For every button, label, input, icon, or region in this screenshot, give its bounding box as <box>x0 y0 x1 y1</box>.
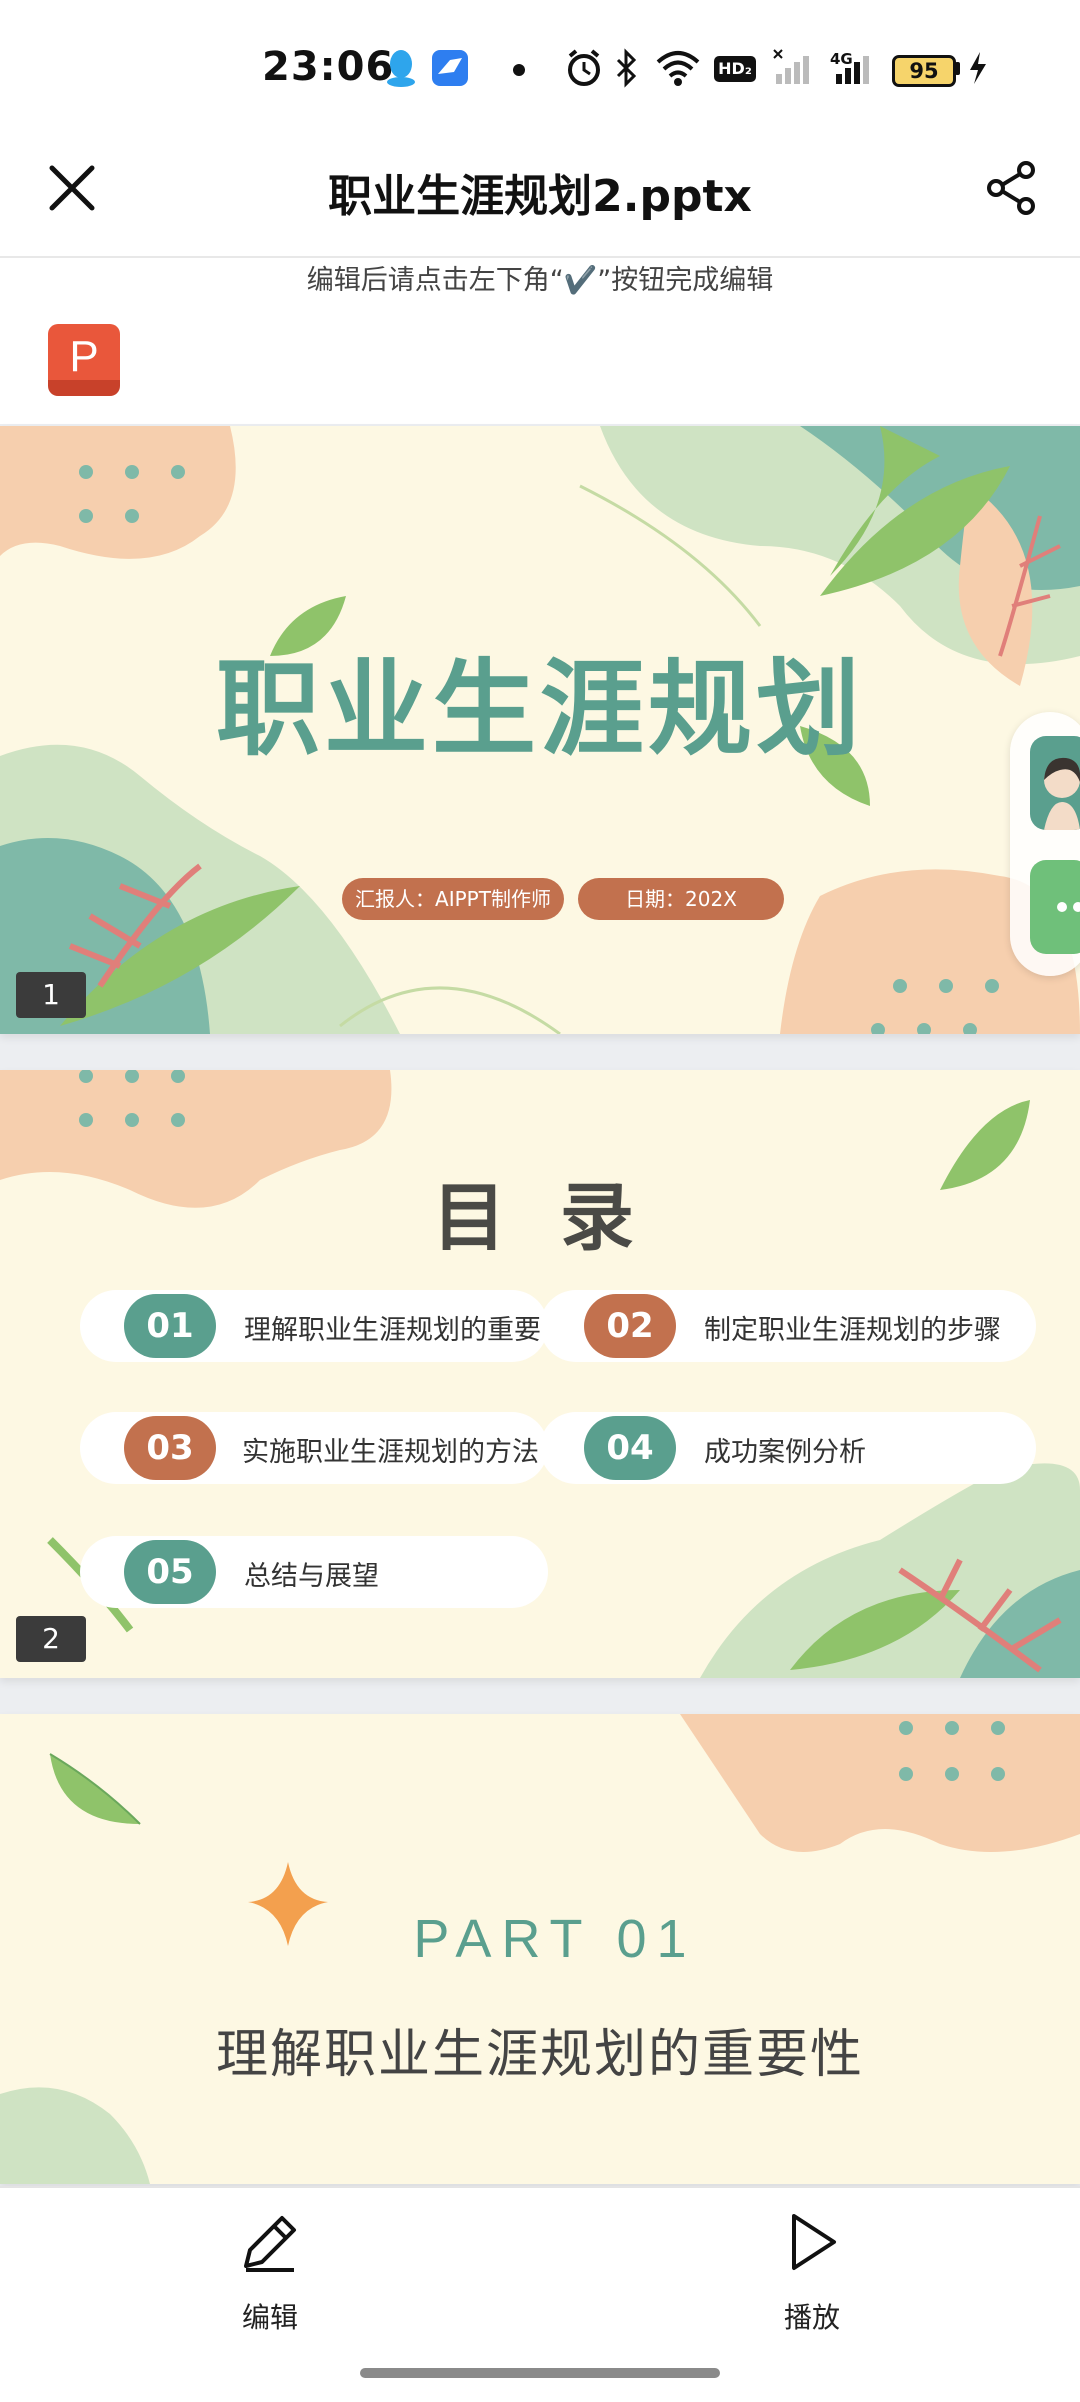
slide-2-title: 目 录 <box>432 1175 648 1261</box>
toc-number: 04 <box>584 1416 676 1480</box>
battery-cap <box>955 62 960 75</box>
battery-icon: 95 <box>892 55 956 87</box>
bird-app-icon <box>432 50 468 86</box>
status-bar: 23:06 HD₂ 4G 95 <box>0 0 1080 130</box>
date-pill: 日期：202X <box>578 878 784 920</box>
qq-icon <box>387 50 415 87</box>
slide-1[interactable]: 职业生涯规划 汇报人：AIPPT制作师 日期：202X 1 <box>0 426 1080 1034</box>
share-icon[interactable] <box>982 158 1042 218</box>
assistant-avatar-button[interactable] <box>1030 736 1080 830</box>
section-heading: 理解职业生涯规划的重要性 <box>215 2025 864 2085</box>
toc-label: 理解职业生涯规划的重要性 <box>244 1315 568 1346</box>
signal-icon <box>773 49 809 84</box>
more-options-button[interactable] <box>1030 860 1080 954</box>
toc-number: 05 <box>124 1540 216 1604</box>
toc-item-02: 02 制定职业生涯规划的步骤 <box>540 1290 1036 1362</box>
dot-icon <box>513 64 525 76</box>
pencil-icon <box>244 2216 296 2272</box>
edit-label: 编辑 <box>241 2301 298 2334</box>
toc-number: 01 <box>124 1294 216 1358</box>
toc-item-05: 05 总结与展望 <box>80 1536 548 1608</box>
hd-icon: HD₂ <box>714 56 756 82</box>
slide-2[interactable]: 目 录 01 理解职业生涯规划的重要性 02 制定职业生涯规划的步骤 03 实施… <box>0 1070 1080 1678</box>
toc-label: 成功案例分析 <box>704 1437 866 1468</box>
bluetooth-icon <box>616 48 637 88</box>
cell-4g-icon <box>836 56 869 84</box>
avatar-icon <box>1044 757 1080 830</box>
slide-3[interactable]: PART 01 理解职业生涯规划的重要性 <box>0 1714 1080 2184</box>
slide-number-2: 2 <box>16 1616 86 1662</box>
reporter-pill: 汇报人：AIPPT制作师 <box>342 878 564 920</box>
status-time: 23:06 <box>262 44 395 90</box>
toc-label: 实施职业生涯规划的方法 <box>242 1437 539 1468</box>
toc-number: 03 <box>124 1416 216 1480</box>
toc-item-04: 04 成功案例分析 <box>540 1412 1036 1484</box>
toc-number: 02 <box>584 1294 676 1358</box>
play-button[interactable]: 播放 <box>732 2206 892 2336</box>
slide-1-title: 职业生涯规划 <box>215 648 864 770</box>
slide-number-1: 1 <box>16 972 86 1018</box>
toc-item-01: 01 理解职业生涯规划的重要性 <box>80 1290 568 1362</box>
toc-label: 制定职业生涯规划的步骤 <box>704 1315 1001 1346</box>
part-label: PART 01 <box>413 1909 697 1969</box>
edit-button[interactable]: 编辑 <box>190 2206 350 2336</box>
alarm-icon <box>568 49 600 86</box>
play-icon <box>792 2214 836 2270</box>
wifi-icon <box>656 51 700 86</box>
home-indicator[interactable] <box>360 2368 720 2378</box>
more-dots-icon <box>1057 902 1080 912</box>
close-icon[interactable] <box>42 158 102 218</box>
edit-hint-text: 编辑后请点击左下角“✔️”按钮完成编辑 <box>306 265 774 296</box>
play-label: 播放 <box>783 2301 840 2334</box>
ppt-file-icon: P <box>48 324 120 396</box>
document-title: 职业生涯规划2.pptx <box>328 171 752 222</box>
charging-icon <box>970 52 986 84</box>
toc-item-03: 03 实施职业生涯规划的方法 <box>80 1412 548 1484</box>
toc-label: 总结与展望 <box>244 1561 379 1592</box>
